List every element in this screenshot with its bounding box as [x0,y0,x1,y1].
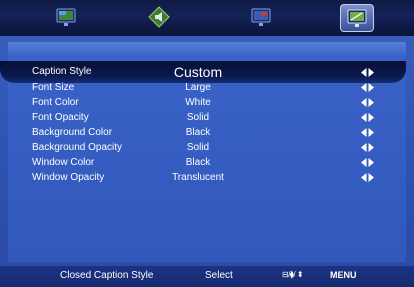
footer-navigation-keys-icon: ⊟/⧫/ ⬍ [282,270,304,279]
row-value: Translucent [172,172,224,183]
row-value: Solid [186,142,210,153]
left-right-arrows-icon[interactable] [361,113,374,122]
left-right-arrows-icon[interactable] [361,98,374,107]
left-right-arrows-icon[interactable] [361,83,374,92]
monitor-picture-icon[interactable] [55,6,77,28]
menu-row-font-opacity[interactable]: Font Opacity Solid [8,110,406,125]
left-right-arrows-icon[interactable] [361,158,374,167]
left-right-arrows-icon[interactable] [361,128,374,137]
row-label: Window Opacity [32,172,105,183]
row-value: White [185,97,211,108]
category-tab-bar [0,0,414,36]
menu-row-window-color[interactable]: Window Color Black [8,155,406,170]
menu-row-font-color[interactable]: Font Color White [8,95,406,110]
row-label: Background Color [32,127,113,138]
menu-row-background-opacity[interactable]: Background Opacity Solid [8,140,406,155]
help-footer-bar: Closed Caption Style Select ⊟/⧫/ ⬍ MENU [0,266,414,287]
caption-style-menu-panel: Caption Style Custom Font Size Large Fon… [0,42,406,262]
audio-settings-icon[interactable] [148,6,170,28]
tv-settings-screen: Caption Style Custom Font Size Large Fon… [0,0,414,287]
row-label: Background Opacity [32,142,123,153]
row-label: Font Opacity [32,112,89,123]
left-right-arrows-icon[interactable] [361,143,374,152]
footer-menu-key: MENU [330,270,357,280]
panel-header-strip [8,42,406,56]
row-label: Font Size [32,82,75,93]
row-value: Large [185,82,211,93]
footer-menu-title: Closed Caption Style [60,270,154,281]
left-right-arrows-icon[interactable] [361,68,374,77]
menu-row-window-opacity[interactable]: Window Opacity Translucent [8,170,406,185]
menu-row-font-size[interactable]: Font Size Large [8,80,406,95]
row-value: Black [185,157,211,168]
row-value: Solid [186,112,210,123]
menu-row-background-color[interactable]: Background Color Black [8,125,406,140]
footer-select-hint: Select [205,270,233,281]
row-label: Font Color [32,97,79,108]
left-right-arrows-icon[interactable] [361,173,374,182]
row-label: Window Color [32,157,95,168]
channel-monitor-icon[interactable] [250,6,272,28]
setup-monitor-icon[interactable] [340,4,374,32]
row-value: Black [185,127,211,138]
